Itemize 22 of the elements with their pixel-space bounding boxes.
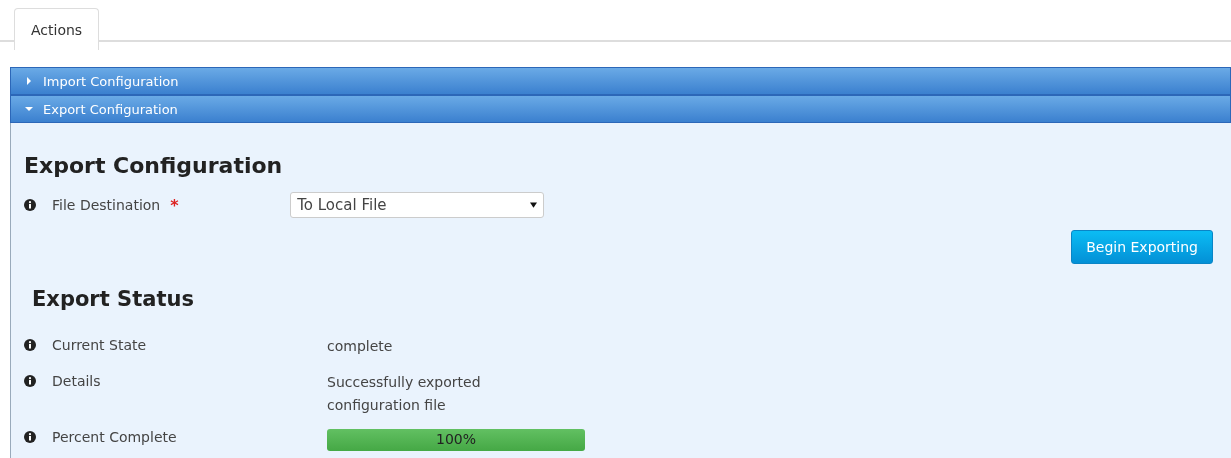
required-mark: * [170, 195, 180, 215]
progress-value: 100% [435, 431, 477, 447]
accordion-header[interactable]: Import Configuration [10, 67, 1231, 95]
status-label: Percent Complete [52, 429, 178, 445]
begin-exporting-button[interactable]: Begin Exporting [1071, 230, 1213, 264]
caret-icon [25, 105, 33, 113]
status-label: Details [52, 373, 102, 389]
info-icon [24, 375, 36, 387]
destination-select[interactable]: To Local File [290, 192, 545, 218]
caret-icon [25, 77, 33, 85]
status-value: Successfully exported configuration file [327, 373, 482, 415]
info-icon [24, 431, 36, 443]
section-heading: Export Configuration [24, 153, 284, 178]
field-label: File Destination [52, 197, 161, 213]
status-label: Current State [52, 337, 148, 353]
info-icon [24, 199, 36, 211]
accordion-header[interactable]: Export Configuration [10, 95, 1231, 123]
info-icon [24, 339, 36, 351]
caret-icon [530, 202, 538, 208]
status-value: complete [327, 337, 394, 356]
section-heading: Export Status [32, 287, 195, 311]
tab[interactable]: Actions [14, 8, 100, 50]
